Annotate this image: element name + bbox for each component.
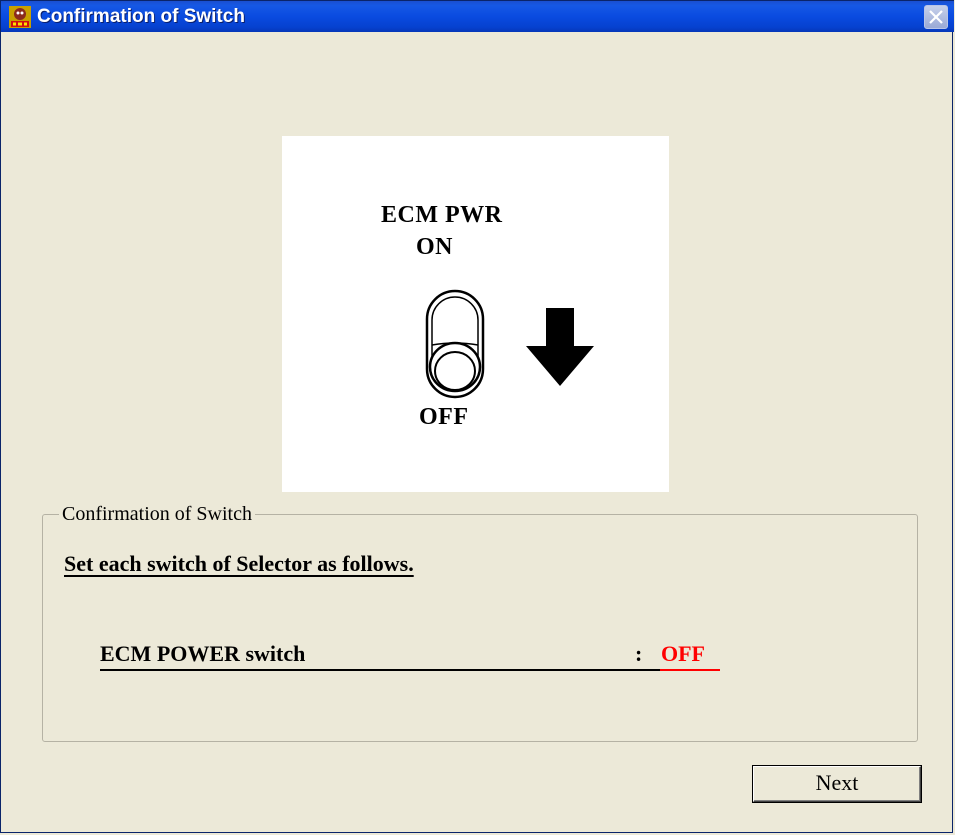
switch-row: ECM POWER switch : OFF <box>100 641 720 671</box>
dialog-window: Confirmation of Switch ECM PWR ON OFF Co… <box>0 0 954 833</box>
switch-separator: : <box>635 641 643 666</box>
on-label: ON <box>416 234 453 260</box>
arrow-down-icon <box>526 308 594 386</box>
groupbox-title: Confirmation of Switch <box>59 501 255 527</box>
close-icon <box>929 10 943 24</box>
switch-value-underline <box>660 669 720 671</box>
app-logo-icon <box>9 6 31 28</box>
title-bar[interactable]: Confirmation of Switch <box>1 0 954 32</box>
confirmation-groupbox: Confirmation of Switch Set each switch o… <box>42 501 918 742</box>
switch-value: OFF <box>661 641 705 666</box>
close-button[interactable] <box>924 5 948 29</box>
instruction-text: Set each switch of Selector as follows. <box>64 551 414 576</box>
switch-illustration: ECM PWR ON OFF <box>282 136 669 492</box>
window-title: Confirmation of Switch <box>37 6 245 27</box>
off-label: OFF <box>419 404 469 430</box>
toggle-switch-icon <box>425 289 485 399</box>
switch-name: ECM POWER switch <box>100 641 306 666</box>
ecm-pwr-label: ECM PWR <box>381 202 503 228</box>
next-button[interactable]: Next <box>753 766 921 802</box>
